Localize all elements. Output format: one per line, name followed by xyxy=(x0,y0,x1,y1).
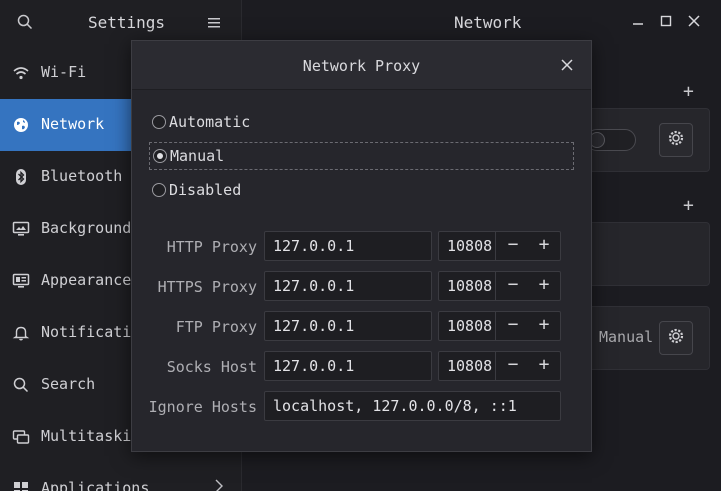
sidebar-item-label: Bluetooth xyxy=(41,167,123,185)
sidebar-item-label: Search xyxy=(41,375,96,393)
appearance-icon xyxy=(12,272,30,290)
add-connection-icon[interactable]: + xyxy=(683,81,694,102)
port-value[interactable]: 10808 xyxy=(447,352,492,380)
add-vpn-icon[interactable]: + xyxy=(683,195,694,216)
sidebar-item-label: Wi-Fi xyxy=(41,63,87,81)
increment-button[interactable]: + xyxy=(528,352,560,380)
increment-button[interactable]: + xyxy=(528,272,560,300)
port-value[interactable]: 10808 xyxy=(447,312,492,340)
applications-icon xyxy=(12,480,30,491)
http-proxy-label: HTTP Proxy xyxy=(166,238,257,256)
http-proxy-port-stepper[interactable]: 10808 − + xyxy=(438,231,561,261)
port-value[interactable]: 10808 xyxy=(447,272,492,300)
background-display-icon xyxy=(12,220,30,238)
sidebar-item-label: Network xyxy=(41,115,105,133)
sidebar-item-label: Background xyxy=(41,219,132,237)
dialog-title: Network Proxy xyxy=(302,57,421,75)
ftp-proxy-label: FTP Proxy xyxy=(175,318,257,336)
decrement-button[interactable]: − xyxy=(497,352,529,380)
ftp-proxy-host-input[interactable]: 127.0.0.1 xyxy=(264,311,432,341)
decrement-button[interactable]: − xyxy=(497,232,529,260)
divider xyxy=(495,272,496,300)
divider xyxy=(495,352,496,380)
https-proxy-host-input[interactable]: 127.0.0.1 xyxy=(264,271,432,301)
socks-port-stepper[interactable]: 10808 − + xyxy=(438,351,561,381)
search-icon[interactable] xyxy=(17,14,33,34)
bell-icon xyxy=(12,324,30,342)
sidebar-item-label: Appearance xyxy=(41,271,132,289)
network-proxy-dialog: Network Proxy Automatic Manual Disabled … xyxy=(131,40,592,452)
search-icon xyxy=(12,376,30,394)
wifi-icon xyxy=(12,64,30,82)
radio-label: Manual xyxy=(170,147,225,165)
bluetooth-icon xyxy=(12,168,30,186)
ftp-proxy-port-stepper[interactable]: 10808 − + xyxy=(438,311,561,341)
radio-button[interactable] xyxy=(153,149,167,163)
multitasking-icon xyxy=(12,428,30,446)
gear-icon xyxy=(667,327,685,349)
close-icon[interactable] xyxy=(559,57,575,73)
radio-automatic[interactable]: Automatic xyxy=(149,108,574,136)
proxy-settings-button[interactable] xyxy=(659,321,693,355)
page-title: Network xyxy=(454,13,522,32)
connection-settings-button[interactable] xyxy=(659,123,693,157)
divider xyxy=(495,312,496,340)
hamburger-menu-icon[interactable] xyxy=(207,15,221,34)
maximize-icon[interactable] xyxy=(657,12,675,30)
network-globe-icon xyxy=(12,116,30,134)
radio-button[interactable] xyxy=(152,115,166,129)
increment-button[interactable]: + xyxy=(528,312,560,340)
socks-host-input[interactable]: 127.0.0.1 xyxy=(264,351,432,381)
decrement-button[interactable]: − xyxy=(497,312,529,340)
https-proxy-label: HTTPS Proxy xyxy=(157,278,257,296)
radio-label: Automatic xyxy=(169,113,251,131)
decrement-button[interactable]: − xyxy=(497,272,529,300)
radio-disabled[interactable]: Disabled xyxy=(149,176,574,204)
http-proxy-host-input[interactable]: 127.0.0.1 xyxy=(264,231,432,261)
increment-button[interactable]: + xyxy=(528,232,560,260)
ignore-hosts-label: Ignore Hosts xyxy=(148,398,257,416)
gear-icon xyxy=(667,129,685,151)
chevron-right-icon xyxy=(214,479,224,491)
connection-toggle[interactable] xyxy=(586,129,636,151)
sidebar-item-label: Applications xyxy=(41,479,150,491)
port-value[interactable]: 10808 xyxy=(447,232,492,260)
minimize-icon[interactable] xyxy=(629,12,647,30)
dialog-header: Network Proxy xyxy=(132,41,591,90)
radio-button[interactable] xyxy=(152,183,166,197)
https-proxy-port-stepper[interactable]: 10808 − + xyxy=(438,271,561,301)
divider xyxy=(495,232,496,260)
radio-manual[interactable]: Manual xyxy=(149,142,574,170)
sidebar-title: Settings xyxy=(88,13,166,32)
radio-label: Disabled xyxy=(169,181,242,199)
ignore-hosts-input[interactable]: localhost, 127.0.0.0/8, ::1 xyxy=(264,391,561,421)
sidebar-item-applications[interactable]: Applications xyxy=(0,463,241,491)
close-window-icon[interactable] xyxy=(685,12,703,30)
proxy-status: Manual xyxy=(599,328,654,346)
socks-host-label: Socks Host xyxy=(166,358,257,376)
